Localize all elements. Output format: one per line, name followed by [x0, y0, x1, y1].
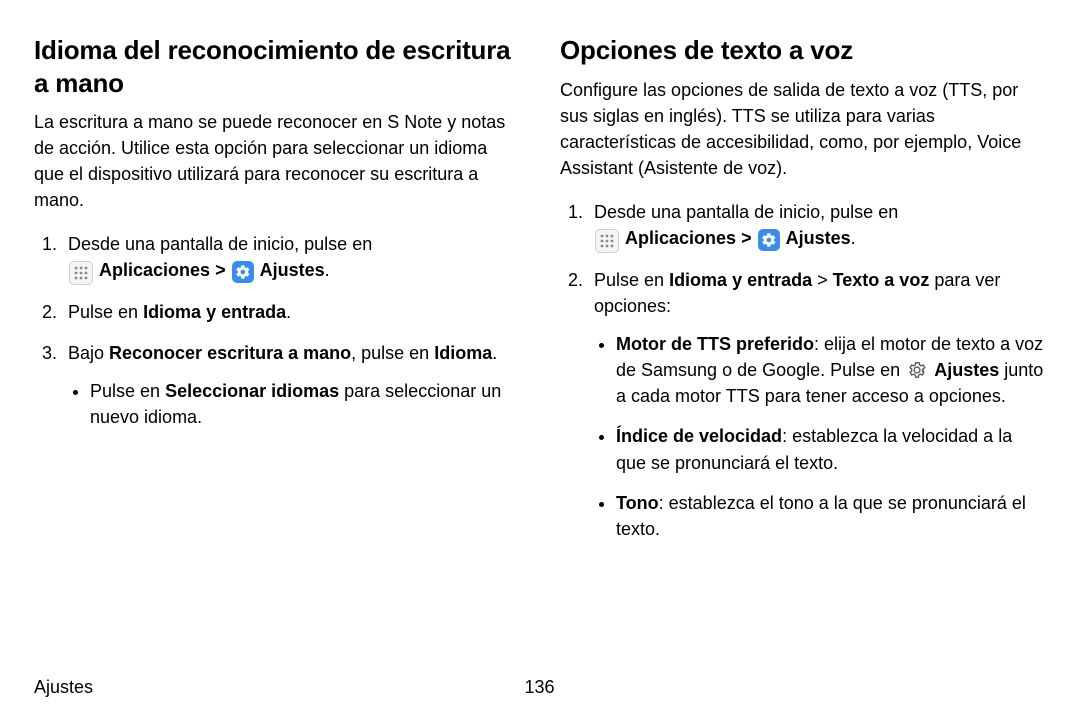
left-step-2: Pulse en Idioma y entrada. [62, 299, 520, 325]
left-column: Idioma del reconocimiento de escritura a… [34, 34, 540, 660]
footer-page-number: 136 [33, 677, 1046, 698]
chevron: > [210, 260, 231, 280]
bold-text: Idioma y entrada [143, 302, 286, 322]
left-bullet-1: Pulse en Seleccionar idiomas para selecc… [90, 378, 520, 430]
bold-text: Reconocer escritura a mano [109, 343, 351, 363]
right-intro: Configure las opciones de salida de text… [560, 77, 1046, 181]
period: . [286, 302, 291, 322]
right-sub-bullets: Motor de TTS preferido: elija el motor d… [594, 331, 1046, 542]
bold-text: Ajustes [934, 360, 999, 380]
period: . [325, 260, 330, 280]
right-step-1: Desde una pantalla de inicio, pulse en A… [588, 199, 1046, 253]
step-text: Pulse en [594, 270, 669, 290]
period: . [492, 343, 497, 363]
bold-text: Seleccionar idiomas [165, 381, 339, 401]
ajustes-label: Ajustes [260, 260, 325, 280]
settings-icon [232, 261, 254, 283]
step-text: Bajo [68, 343, 109, 363]
apps-icon [69, 261, 93, 285]
bold-text: Idioma y entrada [669, 270, 812, 290]
right-steps: Desde una pantalla de inicio, pulse en A… [560, 199, 1046, 542]
chevron: > [736, 228, 757, 248]
apps-icon [595, 229, 619, 253]
period: . [851, 228, 856, 248]
left-sub-bullets: Pulse en Seleccionar idiomas para selecc… [68, 378, 520, 430]
left-intro: La escritura a mano se puede reconocer e… [34, 109, 520, 213]
left-steps: Desde una pantalla de inicio, pulse en A… [34, 231, 520, 429]
bold-text: Idioma [434, 343, 492, 363]
right-bullet-2: Índice de velocidad: establezca la veloc… [616, 423, 1046, 475]
bold-text: Texto a voz [833, 270, 930, 290]
apps-label: Aplicaciones [625, 228, 736, 248]
step-text: , pulse en [351, 343, 434, 363]
left-step-1: Desde una pantalla de inicio, pulse en A… [62, 231, 520, 285]
right-bullet-3: Tono: establezca el tono a la que se pro… [616, 490, 1046, 542]
page-footer: Ajustes 136 [34, 677, 1046, 698]
settings-icon [758, 229, 780, 251]
bold-text: Índice de velocidad [616, 426, 782, 446]
right-bullet-1: Motor de TTS preferido: elija el motor d… [616, 331, 1046, 409]
bold-text: Motor de TTS preferido [616, 334, 814, 354]
apps-label: Aplicaciones [99, 260, 210, 280]
right-step-2: Pulse en Idioma y entrada > Texto a voz … [588, 267, 1046, 542]
step-text: > [812, 270, 833, 290]
gear-outline-icon [906, 359, 928, 381]
bullet-text: Pulse en [90, 381, 165, 401]
right-heading: Opciones de texto a voz [560, 34, 1046, 67]
ajustes-label: Ajustes [786, 228, 851, 248]
bullet-text: : establezca el tono a la que se pronunc… [616, 493, 1026, 539]
step-text: Desde una pantalla de inicio, pulse en [594, 202, 898, 222]
right-column: Opciones de texto a voz Configure las op… [540, 34, 1046, 660]
step-text: Pulse en [68, 302, 143, 322]
step-text: Desde una pantalla de inicio, pulse en [68, 234, 372, 254]
left-step-3: Bajo Reconocer escritura a mano, pulse e… [62, 340, 520, 430]
bold-text: Tono [616, 493, 659, 513]
left-heading: Idioma del reconocimiento de escritura a… [34, 34, 520, 99]
